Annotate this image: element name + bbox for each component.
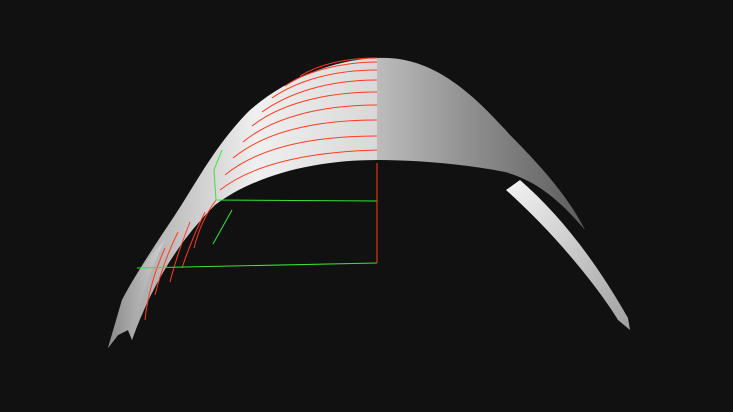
surface-left-lower — [108, 240, 165, 348]
surface-right-face — [377, 57, 585, 231]
surface-left-face — [108, 58, 377, 348]
surface-render — [108, 57, 630, 348]
3d-viewport[interactable] — [0, 0, 733, 412]
